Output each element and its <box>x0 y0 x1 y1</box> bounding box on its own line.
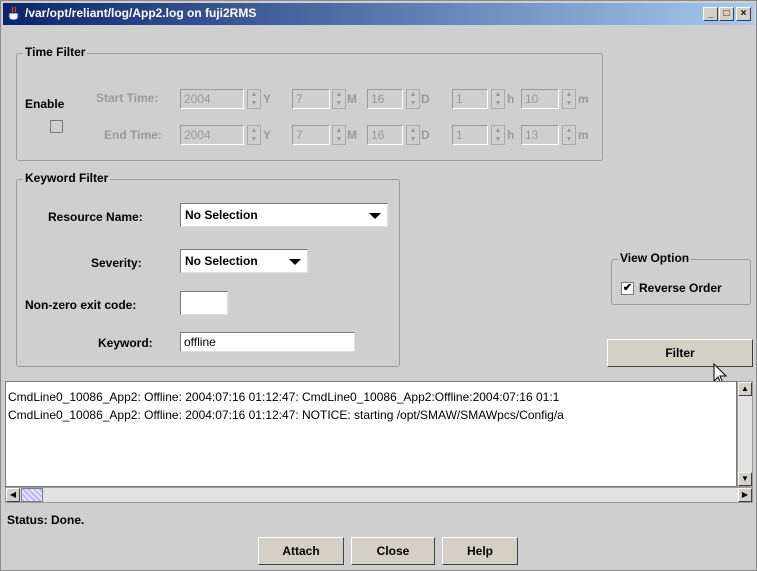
start-month-spinner[interactable]: ▲ ▼ <box>332 89 346 109</box>
end-time-label: End Time: <box>104 128 162 142</box>
start-time-label: Start Time: <box>96 91 159 105</box>
end-minute-spinner[interactable]: ▲ ▼ <box>562 125 576 145</box>
log-line: CmdLine0_10086_App2: Offline: 2004:07:16… <box>8 390 560 404</box>
log-text-area[interactable]: CmdLine0_10086_App2: Offline: 2004:07:16… <box>5 381 737 487</box>
start-month-unit: M <box>347 92 357 106</box>
reverse-order-checkbox[interactable]: ✔ <box>621 282 634 295</box>
end-hour-field[interactable]: 1 <box>452 125 488 145</box>
start-year-spinner[interactable]: ▲ ▼ <box>247 89 261 109</box>
severity-value: No Selection <box>185 254 258 268</box>
log-viewer-window: /var/opt/reliant/log/App2.log on fuji2RM… <box>0 0 757 571</box>
close-window-button[interactable]: × <box>736 7 751 21</box>
exit-code-field[interactable] <box>180 291 228 315</box>
start-month-field[interactable]: 7 <box>292 89 330 109</box>
dropdown-arrow-icon <box>369 213 381 219</box>
title-bar[interactable]: /var/opt/reliant/log/App2.log on fuji2RM… <box>3 3 754 25</box>
severity-combo[interactable]: No Selection <box>180 249 308 273</box>
end-month-field[interactable]: 7 <box>292 125 330 145</box>
start-minute-spinner[interactable]: ▲ ▼ <box>562 89 576 109</box>
start-year-field[interactable]: 2004 <box>180 89 244 109</box>
start-hour-unit: h <box>507 92 515 106</box>
window-title: /var/opt/reliant/log/App2.log on fuji2RM… <box>25 6 257 20</box>
close-button[interactable]: Close <box>351 537 435 565</box>
enable-checkbox[interactable] <box>50 120 63 133</box>
keyword-field[interactable]: offline <box>180 332 355 352</box>
attach-button[interactable]: Attach <box>258 537 344 565</box>
horizontal-scroll-thumb[interactable] <box>21 488 43 502</box>
keyword-label: Keyword: <box>98 336 153 350</box>
java-cup-icon <box>8 6 20 21</box>
horizontal-scrollbar[interactable]: ◀ ▶ <box>5 487 753 503</box>
keyword-filter-title: Keyword Filter <box>23 171 111 185</box>
end-day-field[interactable]: 16 <box>367 125 403 145</box>
start-minute-unit: m <box>578 92 589 106</box>
status-text: Status: Done. <box>7 513 85 527</box>
start-hour-spinner[interactable]: ▲ ▼ <box>491 89 505 109</box>
end-year-field[interactable]: 2004 <box>180 125 244 145</box>
end-minute-field[interactable]: 13 <box>521 125 559 145</box>
filter-button[interactable]: Filter <box>607 339 753 367</box>
end-year-spinner[interactable]: ▲ ▼ <box>247 125 261 145</box>
scroll-right-button[interactable]: ▶ <box>738 488 752 502</box>
resource-name-value: No Selection <box>185 208 258 222</box>
scroll-down-button[interactable]: ▼ <box>738 472 752 486</box>
scroll-left-button[interactable]: ◀ <box>6 488 20 502</box>
dropdown-arrow-icon <box>289 259 301 265</box>
end-day-spinner[interactable]: ▲ ▼ <box>406 125 420 145</box>
enable-label: Enable <box>25 97 65 111</box>
end-year-unit: Y <box>263 128 272 142</box>
help-button[interactable]: Help <box>442 537 518 565</box>
view-option-title: View Option <box>618 251 692 265</box>
resource-name-combo[interactable]: No Selection <box>180 203 388 227</box>
time-filter-title: Time Filter <box>23 45 88 59</box>
start-hour-field[interactable]: 1 <box>452 89 488 109</box>
end-day-unit: D <box>421 128 430 142</box>
end-hour-unit: h <box>507 128 515 142</box>
exit-code-label: Non-zero exit code: <box>25 298 137 312</box>
start-year-unit: Y <box>263 92 272 106</box>
end-month-unit: M <box>347 128 357 142</box>
start-day-spinner[interactable]: ▲ ▼ <box>406 89 420 109</box>
start-minute-field[interactable]: 10 <box>521 89 559 109</box>
start-day-unit: D <box>421 92 430 106</box>
vertical-scrollbar[interactable]: ▲ ▼ <box>737 381 753 487</box>
severity-label: Severity: <box>91 256 142 270</box>
reverse-order-label[interactable]: Reverse Order <box>639 281 722 295</box>
scroll-up-button[interactable]: ▲ <box>738 382 752 396</box>
log-line: CmdLine0_10086_App2: Offline: 2004:07:16… <box>8 408 564 422</box>
resource-name-label: Resource Name: <box>48 210 143 224</box>
end-month-spinner[interactable]: ▲ ▼ <box>332 125 346 145</box>
end-minute-unit: m <box>578 128 589 142</box>
end-hour-spinner[interactable]: ▲ ▼ <box>491 125 505 145</box>
minimize-button[interactable]: _ <box>703 7 718 21</box>
maximize-button[interactable]: □ <box>719 7 734 21</box>
start-day-field[interactable]: 16 <box>367 89 403 109</box>
